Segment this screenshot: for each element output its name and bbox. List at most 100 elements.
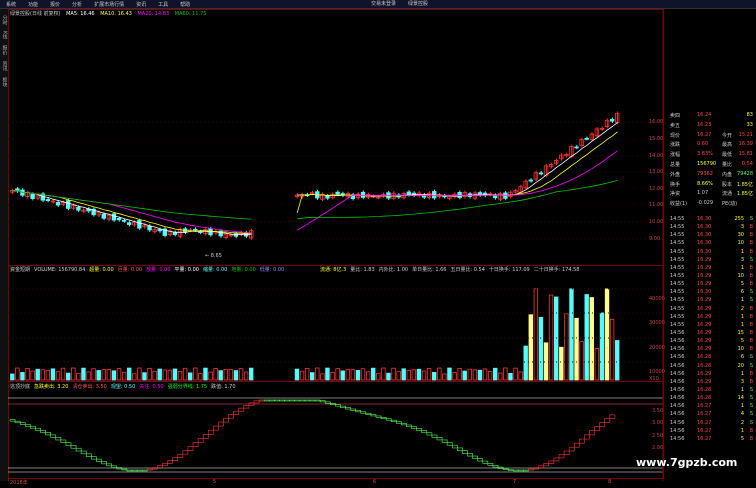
indicator-step xyxy=(85,453,92,457)
volume-bar xyxy=(238,368,244,381)
volume-axis-label: 40000 xyxy=(649,296,665,302)
volume-bar xyxy=(594,348,600,381)
indicator-step xyxy=(335,404,341,407)
indicator-step xyxy=(502,468,509,470)
quote-extra-value: 79428 xyxy=(737,170,753,177)
quote-label: 净资 xyxy=(670,191,681,198)
tick-time: 14:55 xyxy=(670,248,685,255)
indicator-step xyxy=(45,432,51,436)
quote-row: 涨幅 3.83% 最低 15.81 xyxy=(667,151,756,159)
candle-body xyxy=(111,213,117,221)
indicator-step xyxy=(446,442,453,446)
tick-volume: 14 xyxy=(737,395,744,402)
tick-row: 14:55 16.30 1 B xyxy=(667,249,756,257)
tick-price: 16.29 xyxy=(697,297,712,304)
indicator-step xyxy=(365,412,372,415)
tick-price: 16.30 xyxy=(697,224,712,231)
indicator-step xyxy=(75,447,82,452)
volume-bar xyxy=(121,371,127,381)
indicator-step xyxy=(146,468,153,471)
indicator-step xyxy=(223,417,229,423)
volume-bar xyxy=(142,372,147,381)
tick-time: 14:55 xyxy=(670,256,685,263)
indicator-step xyxy=(167,460,173,464)
indicator-step xyxy=(182,450,189,455)
indicator-step xyxy=(472,455,478,459)
candle-body xyxy=(406,191,411,196)
tick-flag: B xyxy=(749,435,753,442)
tick-row: 14:55 16.30 255 S xyxy=(667,216,756,224)
indicator-step xyxy=(360,411,367,414)
quote-row: 涨跌 0.60 最高 16.39 xyxy=(667,141,756,149)
indicator-step xyxy=(19,422,26,425)
quote-label: 卖五 xyxy=(670,122,681,129)
time-axis-label: 2018年 xyxy=(10,480,28,486)
quote-row: 外盘 79362 内盘 79428 xyxy=(667,171,756,179)
indicator-step xyxy=(370,414,377,417)
candle-body xyxy=(45,199,51,201)
tick-row: 14:56 16.27 4 S xyxy=(667,411,756,419)
quote-value: 1.07 xyxy=(697,190,709,197)
tick-row: 14:56 16.29 15 B xyxy=(667,330,756,338)
kline-chart-canvas[interactable]: ← 8.65 xyxy=(0,0,667,487)
tick-volume: 10 xyxy=(737,240,744,247)
indicator-step xyxy=(568,446,575,452)
candle-body xyxy=(609,118,615,122)
candle-body xyxy=(574,146,579,149)
volume-bar xyxy=(401,368,406,381)
volume-bar xyxy=(188,372,193,381)
tick-time: 14:56 xyxy=(670,403,685,410)
candle-body xyxy=(30,193,35,199)
tick-row: 14:56 16.27 2 S xyxy=(667,420,756,428)
indicator-step xyxy=(274,399,280,402)
quote-extra-value: 1.85亿 xyxy=(736,181,753,188)
tick-time: 14:55 xyxy=(670,289,685,296)
tick-row: 14:56 16.29 5 B xyxy=(667,338,756,346)
tick-volume: 3 xyxy=(740,224,744,231)
ma5-line xyxy=(12,190,252,236)
tick-list[interactable]: 14:55 16.30 255 S 14:55 16.30 3 B 14:55 16.30 30 B 1… xyxy=(667,216,756,444)
candle-body xyxy=(538,172,544,175)
indicator-step xyxy=(289,399,295,402)
volume-bar xyxy=(40,369,45,381)
indicator-step xyxy=(314,399,321,402)
volume-bar xyxy=(579,341,584,381)
indicator-step xyxy=(492,465,499,468)
volume-bar xyxy=(172,368,178,381)
indicator-step xyxy=(436,437,443,441)
volume-bar xyxy=(223,369,228,381)
price-axis-label: 15.00 xyxy=(649,136,664,142)
quote-row: 总量 156790 量比 0.54 xyxy=(667,161,756,169)
quote-row: 收益(1) -0.029 PE(动) xyxy=(667,200,756,208)
volume-bar xyxy=(20,372,25,381)
tick-flag: B xyxy=(749,338,753,345)
indicator-step xyxy=(340,405,346,408)
indicator-step xyxy=(233,410,240,415)
tick-volume: 2 xyxy=(740,419,744,426)
indicator-step xyxy=(213,425,219,431)
volume-bar xyxy=(508,373,513,381)
volume-bar xyxy=(432,371,437,381)
volume-axis-label: 20000 xyxy=(649,345,665,351)
indicator-axis-label: 3.50 xyxy=(652,408,664,414)
indicator-step xyxy=(451,444,458,449)
volume-bar xyxy=(467,368,472,381)
volume-bar xyxy=(426,368,432,381)
indicator-step xyxy=(411,426,417,429)
tick-row: 14:55 16.29 3 S xyxy=(667,257,756,265)
indicator-step xyxy=(441,439,448,443)
quote-row: 换手 8.66% 股本 1.85亿 xyxy=(667,181,756,189)
indicator-step xyxy=(218,421,224,427)
tick-flag: B xyxy=(749,248,753,255)
tick-row: 14:55 16.29 1 B xyxy=(667,314,756,322)
quote-extra-label: 今开 xyxy=(722,132,733,139)
quote-label: 收益(1) xyxy=(670,201,688,208)
volume-bar xyxy=(371,367,376,381)
tick-flag: S xyxy=(749,354,753,361)
tick-row: 14:55 16.30 6 S xyxy=(667,289,756,297)
indicator-step xyxy=(401,422,407,426)
indicator-step xyxy=(202,434,209,439)
indicator-step xyxy=(396,421,402,424)
quote-extra-label: 最高 xyxy=(722,142,733,149)
tick-price: 16.29 xyxy=(697,321,712,328)
